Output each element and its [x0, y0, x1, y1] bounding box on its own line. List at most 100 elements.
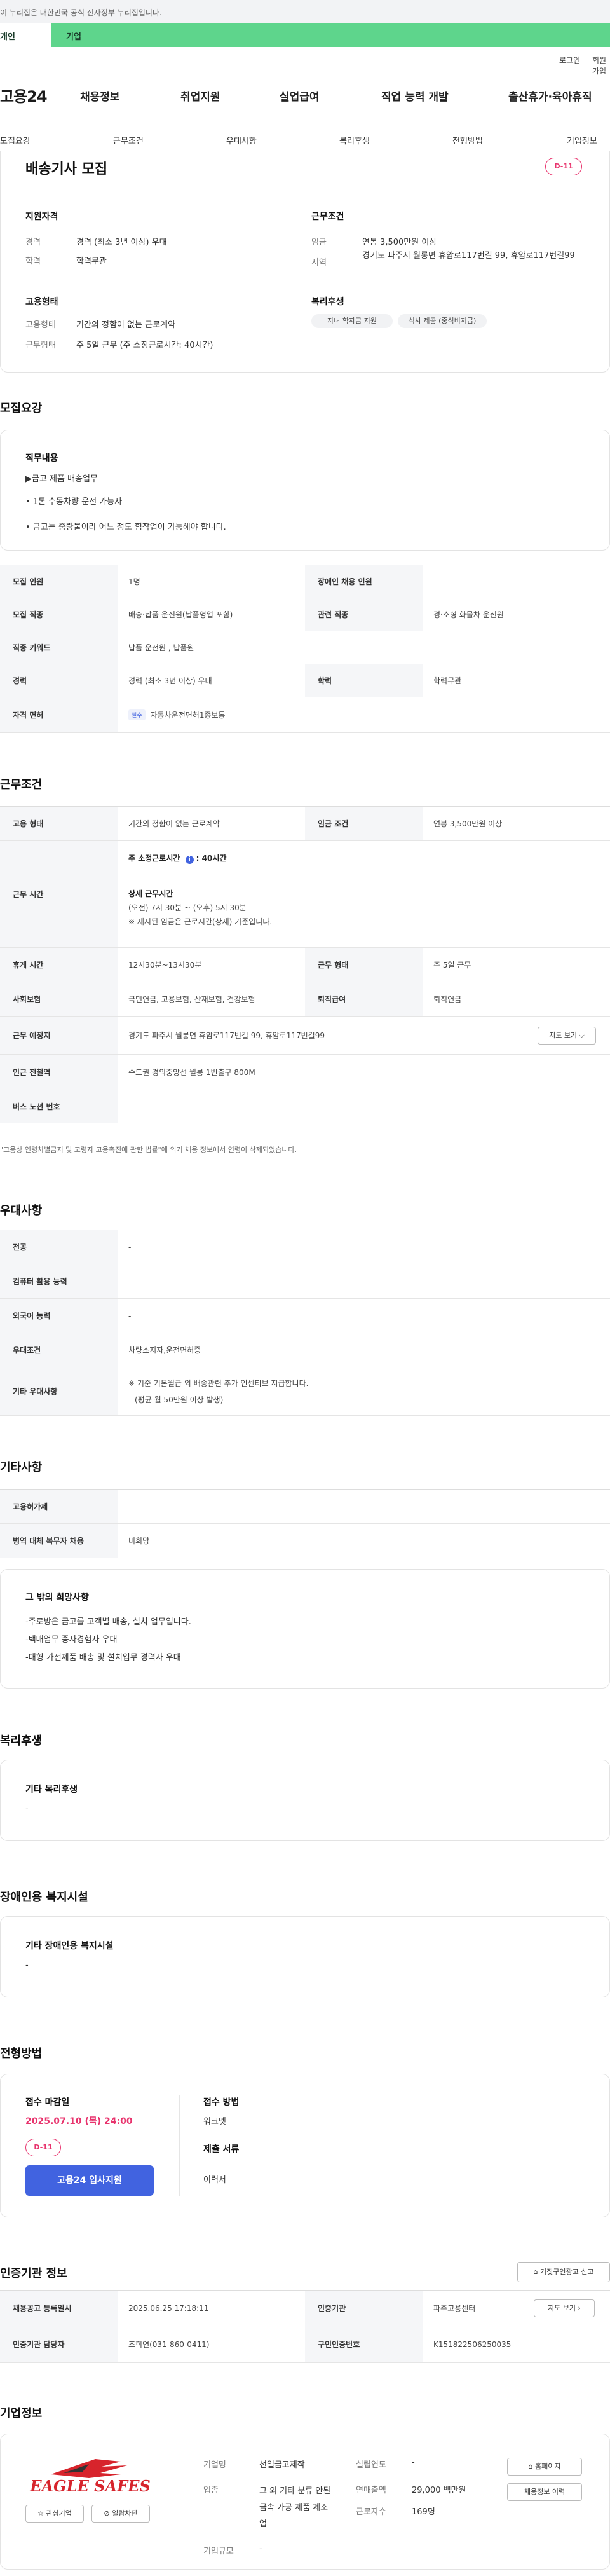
table-cell: 파주고용센터 — [433, 2304, 476, 2313]
tab-preference[interactable]: 우대사항 — [226, 134, 257, 146]
table-header-cell: 병역 대체 복무자 채용 — [0, 1524, 118, 1558]
docs-heading: 제출 서류 — [203, 2144, 240, 2155]
edu-value: 학력무관 — [76, 257, 107, 266]
docs-value: 이력서 — [203, 2175, 226, 2185]
table-cell: 주 5일 근무 — [433, 961, 471, 969]
gnb-jobs[interactable]: 채용정보 — [80, 88, 120, 104]
table-header-cell: 휴게 시간 — [0, 948, 118, 982]
tab-welfare[interactable]: 복리후생 — [339, 134, 370, 146]
industry-label: 업종 — [203, 2486, 219, 2495]
disab-card — [0, 1916, 610, 1997]
table-row: 버스 노선 번호 - — [0, 1090, 610, 1123]
tab-selection[interactable]: 전형방법 — [452, 134, 483, 146]
table-cell: 수도권 경의중앙선 월롱 1번출구 800M — [128, 1068, 255, 1077]
block-company-button[interactable]: ⊘ 열람차단 — [92, 2505, 150, 2523]
table-header-cell: 근무 예정지 — [0, 1017, 118, 1054]
table-row: 우대조건 차량소지자,운전면허증 — [0, 1333, 610, 1367]
table-row: 자격 면허 필수 자동차운전면허1종보통 — [0, 697, 610, 733]
etc-table: 고용허가제 - 병역 대체 복무자 채용 비희망 — [0, 1489, 610, 1558]
duty-line: ▶금고 제품 배송업무 — [25, 474, 98, 484]
table-cell: 12시30분~13시30분 — [128, 961, 202, 969]
table-header-cell: 고용허가제 — [0, 1490, 118, 1523]
gnb-training[interactable]: 직업 능력 개발 — [381, 88, 449, 104]
apply-button[interactable]: 고용24 입사지원 — [25, 2165, 154, 2196]
section-tabs: 모집요강 근무조건 우대사항 복리후생 전형방법 기업정보 — [0, 125, 610, 154]
agency-title: 인증기관 정보 — [0, 2267, 67, 2280]
career-label: 경력 — [25, 238, 41, 247]
table-header-cell: 직종 키워드 — [0, 631, 118, 664]
disab-title: 장애인용 복지시설 — [0, 1891, 88, 1904]
table-header-cell: 모집 인원 — [0, 565, 118, 598]
recruit-title: 모집요강 — [0, 402, 43, 415]
table-row: 외국어 능력 - — [0, 1299, 610, 1333]
benefit-heading: 기타 복리후생 — [25, 1785, 78, 1795]
job-history-button[interactable]: 채용정보 이력 — [507, 2483, 582, 2501]
gnb-leave[interactable]: 출산휴가·육아휴직 — [508, 88, 592, 104]
table-row: 인근 전철역 수도권 경의중앙선 월롱 1번출구 800M — [0, 1055, 610, 1090]
wage-label: 임금 — [311, 238, 327, 247]
table-header-cell: 인근 전철역 — [0, 1055, 118, 1090]
map-view-button[interactable]: 지도 보기 ⌵ — [538, 1027, 596, 1045]
gov-notice: 이 누리집은 대한민국 공식 전자정부 누리집입니다. — [0, 8, 162, 17]
pref-title: 우대사항 — [0, 1204, 43, 1217]
agency-table: 채용공고 등록일시 2025.06.25 17:18:11 인증기관 파주고용센터 … — [0, 2290, 610, 2363]
table-cell: 경·소형 화물차 운전원 — [433, 610, 504, 619]
duty-heading: 직무내용 — [25, 453, 58, 463]
wish-line: -택배업무 종사경험자 우대 — [25, 1635, 118, 1645]
table-row: 사회보험 국민연금, 고용보험, 산재보험, 건강보험 퇴직급여 퇴직연금 — [0, 982, 610, 1017]
required-tag: 필수 — [128, 709, 146, 720]
worktype-value: 주 5일 근무 (주 소정근로시간: 40시간) — [76, 341, 214, 350]
table-header-cell: 컴퓨터 활용 능력 — [0, 1264, 118, 1298]
table-cell: - — [128, 1102, 132, 1111]
tab-conditions[interactable]: 근무조건 — [113, 134, 144, 146]
table-header-cell: 전공 — [0, 1230, 118, 1264]
duty-line: • 1톤 수동차량 운전 가능자 — [25, 497, 123, 507]
homepage-button[interactable]: ⌂ 홈페이지 — [507, 2458, 582, 2476]
company-logo: EAGLE SAFES — [25, 2455, 155, 2497]
table-header-cell: 인증기관 — [305, 2291, 423, 2326]
agency-map-button[interactable]: 지도 보기 › — [534, 2299, 595, 2317]
home-icon: ⌂ — [528, 2462, 535, 2470]
table-header-cell: 임금 조건 — [305, 807, 423, 840]
table-header-cell: 구인인증번호 — [305, 2326, 423, 2362]
table-header-cell: 기타 우대사항 — [0, 1367, 118, 1415]
tab-personal[interactable]: 개인 — [0, 23, 51, 47]
founded-label: 설립연도 — [356, 2460, 386, 2470]
login-link[interactable]: 로그인 — [559, 55, 580, 65]
tab-company[interactable]: 기업정보 — [567, 134, 597, 146]
table-cell: - — [128, 1277, 132, 1286]
table-row: 근무 시간 주 소정근로시간 i: 40시간 상세 근무시간 (오전) 7시 3… — [0, 841, 610, 948]
deadline-dday-badge: D-11 — [25, 2139, 61, 2156]
gnb-unemployment[interactable]: 실업급여 — [280, 88, 320, 104]
table-header-cell: 고용 형태 — [0, 807, 118, 840]
table-cell: - — [128, 1311, 132, 1320]
gnb-employment-support[interactable]: 취업지원 — [180, 88, 220, 104]
table-cell: 연봉 3,500만원 이상 — [433, 819, 503, 828]
tab-corporate[interactable]: 기업 — [66, 30, 81, 42]
welfare-tag: 식사 제공 (중식비지급) — [398, 314, 487, 328]
sales-value: 29,000 백만원 — [412, 2486, 466, 2495]
select-card — [0, 2074, 610, 2217]
divider — [179, 2095, 180, 2196]
table-row: 직종 키워드 납품 운전원 , 납품원 — [0, 631, 610, 664]
company-size-value: - — [259, 2544, 262, 2554]
job-title: 배송기사 모집 — [25, 161, 108, 177]
site-logo[interactable]: 고용24 — [0, 84, 48, 106]
info-icon[interactable]: i — [185, 856, 194, 864]
tab-recruit[interactable]: 모집요강 — [0, 134, 30, 146]
disab-heading: 기타 장애인용 복지시설 — [25, 1941, 114, 1951]
report-false-ad-button[interactable]: ⌂ 거짓구인광고 신고 — [517, 2262, 610, 2282]
favorite-company-button[interactable]: ☆ 관심기업 — [25, 2505, 84, 2523]
company-size-label: 기업규모 — [203, 2547, 234, 2556]
method-value: 워크넷 — [203, 2117, 226, 2127]
cond-heading: 근무조건 — [311, 212, 344, 222]
duty-card — [0, 430, 610, 551]
table-cell: 2025.06.25 17:18:11 — [128, 2303, 209, 2313]
benefit-title: 복리후생 — [0, 1734, 43, 1748]
join-link[interactable]: 회원가입 — [592, 55, 610, 76]
table-cell: - — [128, 1502, 132, 1511]
table-cell: 퇴직연금 — [433, 995, 462, 1004]
company-name: 선일금고제작 — [259, 2460, 305, 2470]
disab-value: - — [25, 1961, 29, 1970]
table-row: 고용허가제 - — [0, 1490, 610, 1524]
